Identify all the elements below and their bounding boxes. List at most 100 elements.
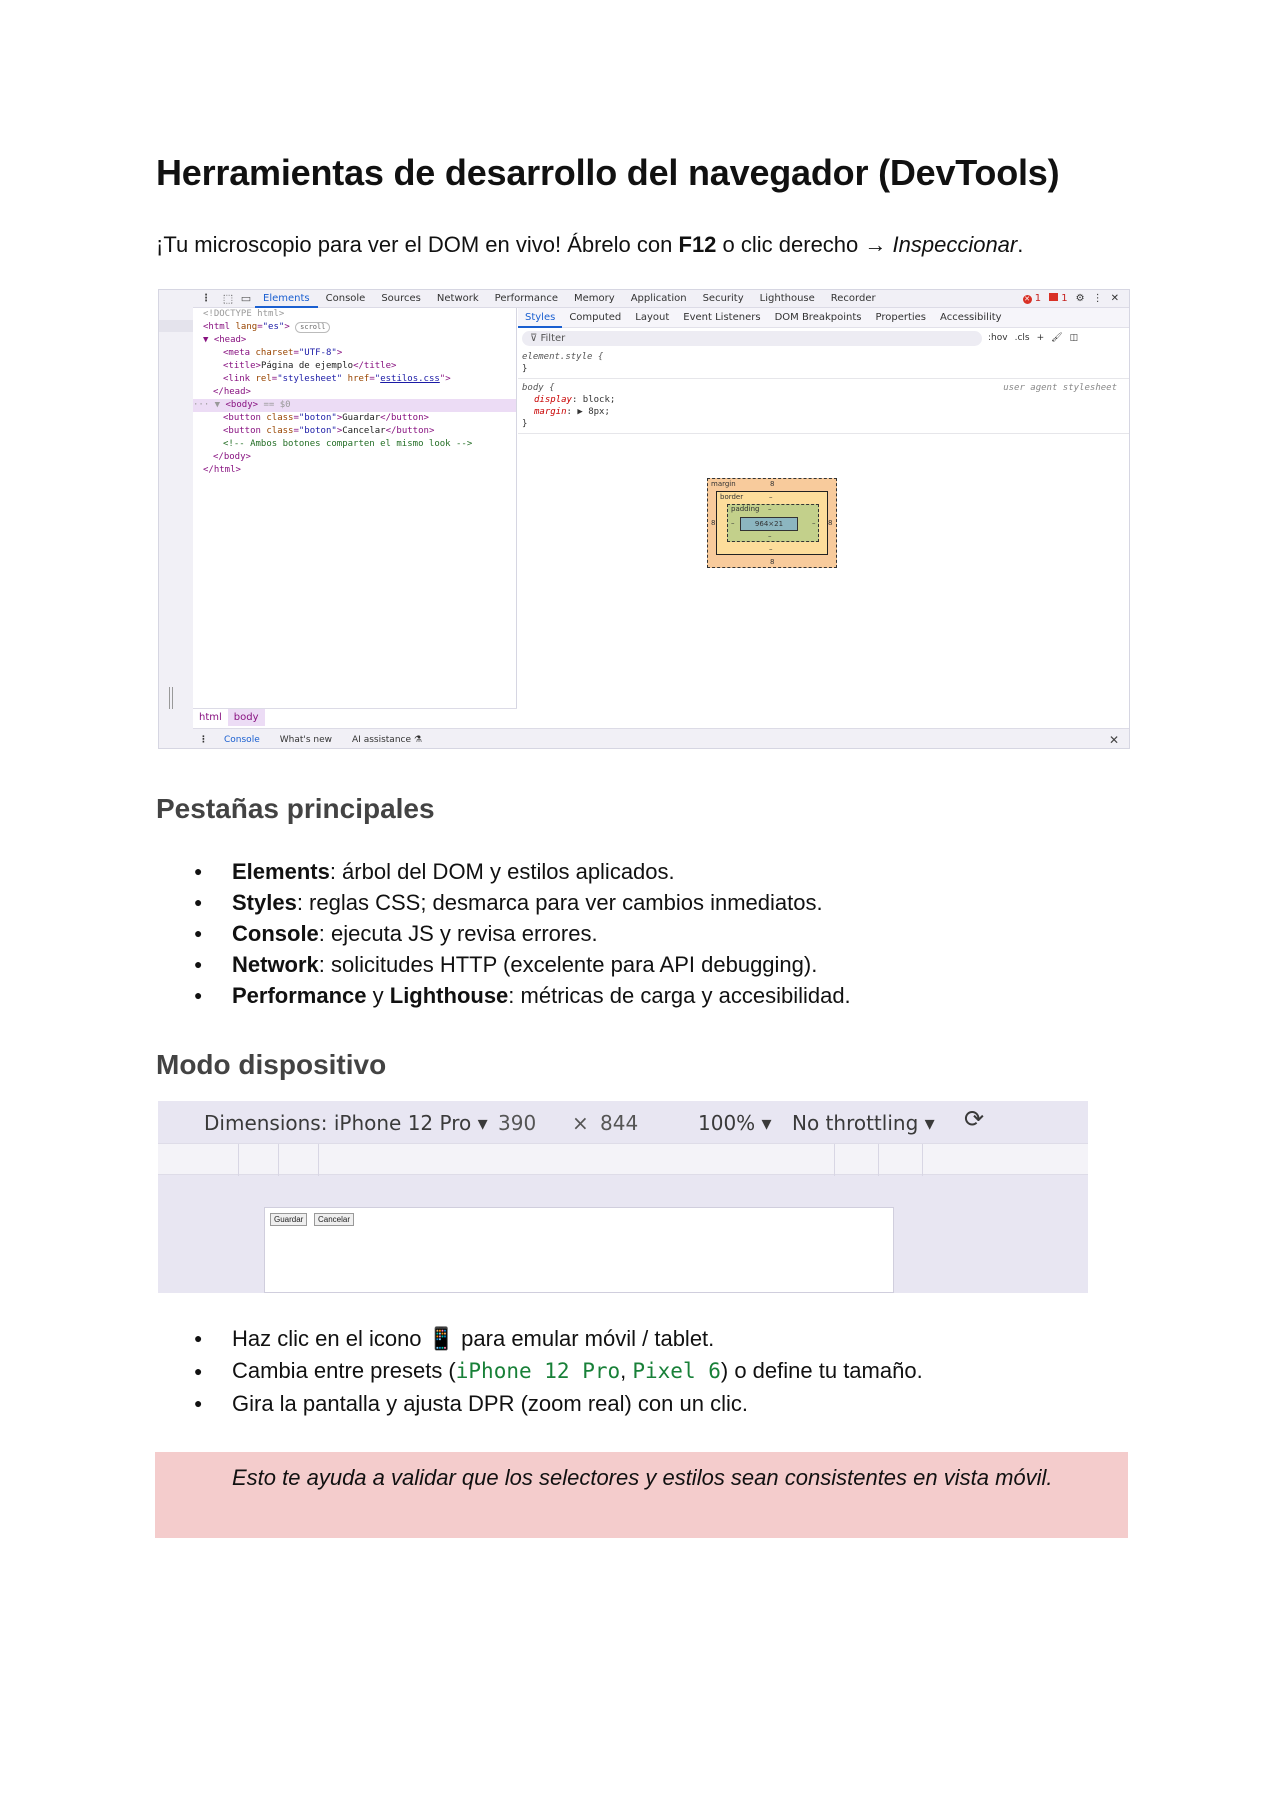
error-count: 1	[1034, 293, 1042, 304]
settings-gear-icon[interactable]: ⚙	[1076, 293, 1085, 304]
device-toolbar-icon[interactable]: ▭	[237, 292, 255, 305]
bm-border-box: border – – 8 8 padding – – – – 964×21	[711, 491, 832, 555]
elements-breadcrumb: html body	[193, 708, 517, 726]
rule-body[interactable]: body { user agent stylesheet display: bl…	[518, 379, 1129, 434]
page-viewport-strip	[159, 290, 193, 748]
code-button-guardar[interactable]: <button class="boton">Guardar</button>	[193, 412, 516, 425]
cls-toggle[interactable]: .cls	[1015, 333, 1030, 343]
intro-text-middle: o clic derecho →	[716, 232, 893, 257]
new-rule-icon[interactable]: +	[1037, 333, 1045, 343]
customize-kebab-icon[interactable]: ⋮	[1093, 293, 1103, 304]
drawer-tab-console[interactable]: Console	[214, 729, 270, 749]
decl-margin[interactable]: margin: ▶ 8px;	[522, 406, 1125, 418]
code-button-cancelar[interactable]: <button class="boton">Cancelar</button>	[193, 425, 516, 438]
section-heading-tabs: Pestañas principales	[156, 793, 435, 824]
scroll-pill[interactable]: scroll	[295, 322, 331, 333]
rule-element-style[interactable]: element.style { }	[518, 348, 1129, 379]
media-query-bar[interactable]	[158, 1143, 1088, 1176]
tab-lighthouse[interactable]: Lighthouse	[752, 290, 823, 308]
bm-content-box: 964×21	[740, 517, 798, 531]
code-body-selected[interactable]: ··· ▼ <body> == $0	[193, 399, 516, 412]
code-head-close[interactable]: </head>	[193, 386, 516, 399]
list-item: Styles: reglas CSS; desmarca para ver ca…	[156, 887, 851, 918]
tab-network[interactable]: Network	[429, 290, 487, 308]
height-input[interactable]: 844	[600, 1111, 638, 1135]
subtab-event-listeners[interactable]: Event Listeners	[676, 308, 767, 328]
code-head[interactable]: ▼ <head>	[193, 334, 516, 347]
tab-performance[interactable]: Performance	[487, 290, 566, 308]
list-item: Haz clic en el icono 📱 para emular móvil…	[156, 1323, 923, 1354]
ua-stylesheet-label: user agent stylesheet	[1003, 383, 1117, 393]
close-devtools-icon[interactable]: ✕	[1111, 293, 1119, 304]
flask-icon: ⚗	[413, 734, 422, 745]
bm-border-label: border	[720, 493, 744, 501]
resize-grip[interactable]	[169, 687, 173, 709]
drawer-close-icon[interactable]: ✕	[1109, 733, 1129, 747]
list-item: Console: ejecuta JS y revisa errores.	[156, 918, 851, 949]
tab-elements[interactable]: Elements	[255, 290, 318, 308]
tab-sources[interactable]: Sources	[373, 290, 429, 308]
tab-memory[interactable]: Memory	[566, 290, 623, 308]
subtab-layout[interactable]: Layout	[628, 308, 676, 328]
subtab-dom-breakpoints[interactable]: DOM Breakpoints	[768, 308, 869, 328]
width-input[interactable]: 390	[498, 1111, 536, 1135]
code-html[interactable]: <html lang="es"> scroll	[193, 321, 516, 334]
styles-filter-input[interactable]: ⊽ Filter	[522, 330, 982, 346]
subtab-accessibility[interactable]: Accessibility	[933, 308, 1009, 328]
page-title: Herramientas de desarrollo del navegador…	[156, 152, 1060, 193]
sidebar-toggle-icon[interactable]: ◫	[1070, 333, 1079, 343]
list-item: Gira la pantalla y ajusta DPR (zoom real…	[156, 1388, 923, 1419]
issue-counter[interactable]: 1	[1049, 293, 1068, 304]
intro-text: ¡Tu microscopio para ver el DOM en vivo!…	[156, 232, 679, 257]
list-item: Performance y Lighthouse: métricas de ca…	[156, 980, 851, 1011]
error-icon: ✕	[1022, 295, 1032, 304]
paint-icon[interactable]: 🖌	[1051, 333, 1062, 343]
bm-margin-bottom: 8	[770, 558, 775, 566]
preview-button-cancelar[interactable]: Cancelar	[314, 1213, 355, 1226]
rotate-icon[interactable]: ⟳	[964, 1107, 984, 1131]
callout-text: Esto te ayuda a validar que los selector…	[232, 1465, 1053, 1490]
viewport-bar	[159, 320, 193, 332]
device-mode-screenshot: Dimensions: iPhone 12 Pro ▾ 390 × 844 10…	[158, 1101, 1088, 1293]
code-doctype[interactable]: <!DOCTYPE html>	[193, 308, 516, 321]
code-link[interactable]: <link rel="stylesheet" href="estilos.css…	[193, 373, 516, 386]
bm-margin-top: 8	[770, 480, 775, 488]
code-body-close[interactable]: </body>	[193, 451, 516, 464]
hov-toggle[interactable]: :hov	[988, 333, 1008, 343]
device-toolbar: Dimensions: iPhone 12 Pro ▾ 390 × 844 10…	[158, 1101, 1088, 1143]
drawer-kebab-icon[interactable]: ⋮	[193, 735, 214, 745]
issue-count: 1	[1061, 293, 1068, 304]
styles-filter-row: ⊽ Filter :hov .cls + 🖌 ◫	[518, 328, 1129, 348]
decl-display[interactable]: display: block;	[522, 394, 1125, 406]
code-title[interactable]: <title>Página de ejemplo</title>	[193, 360, 516, 373]
preview-button-guardar[interactable]: Guardar	[270, 1213, 308, 1226]
more-options-icon[interactable]: ⋮	[193, 293, 219, 304]
elements-tree: <!DOCTYPE html> <html lang="es"> scroll …	[193, 308, 517, 708]
bm-padding-box: padding – – – – 964×21	[727, 504, 819, 542]
throttling-dropdown[interactable]: No throttling ▾	[792, 1111, 935, 1135]
bm-margin-right: 8	[828, 519, 833, 527]
inspect-element-icon[interactable]: ⬚	[219, 292, 237, 305]
bm-padding-bottom: –	[768, 532, 772, 540]
code-html-close[interactable]: </html>	[193, 464, 516, 477]
subtab-properties[interactable]: Properties	[868, 308, 933, 328]
drawer-tab-whats-new[interactable]: What's new	[270, 729, 342, 749]
subtab-computed[interactable]: Computed	[562, 308, 628, 328]
error-counter[interactable]: ✕ 1	[1022, 293, 1042, 304]
breadcrumb-body[interactable]: body	[227, 709, 265, 726]
subtab-styles[interactable]: Styles	[518, 308, 563, 328]
zoom-dropdown[interactable]: 100% ▾	[698, 1111, 772, 1135]
tabs-bullet-list: Elements: árbol del DOM y estilos aplica…	[156, 856, 851, 1011]
drawer-tab-ai-assistance[interactable]: AI assistance ⚗	[342, 729, 432, 749]
box-model-diagram[interactable]: margin 8 8 border – – 8 8 padding – – – …	[707, 478, 837, 568]
tab-recorder[interactable]: Recorder	[823, 290, 884, 308]
tab-console[interactable]: Console	[318, 290, 374, 308]
breadcrumb-html[interactable]: html	[193, 709, 228, 726]
devtools-main-toolbar: ⋮ ⬚ ▭ Elements Console Sources Network P…	[193, 290, 1129, 308]
devtools-screenshot: ⋮ ⬚ ▭ Elements Console Sources Network P…	[158, 289, 1130, 749]
tab-application[interactable]: Application	[623, 290, 695, 308]
tab-security[interactable]: Security	[695, 290, 752, 308]
code-meta[interactable]: <meta charset="UTF-8">	[193, 347, 516, 360]
dimensions-dropdown[interactable]: Dimensions: iPhone 12 Pro ▾	[204, 1111, 488, 1135]
code-comment[interactable]: <!-- Ambos botones comparten el mismo lo…	[193, 438, 516, 451]
